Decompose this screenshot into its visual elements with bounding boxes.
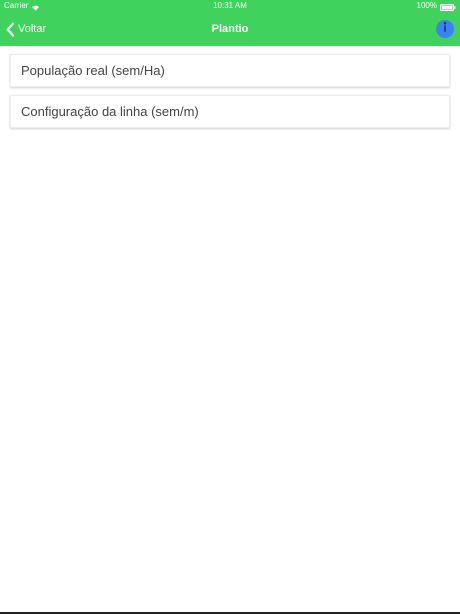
list-item-configuracao-linha[interactable]: Configuração da linha (sem/m) [10,95,450,128]
battery-percent: 100% [416,1,437,10]
page-title: Plantio [211,23,249,35]
status-time: 10:31 AM [213,1,247,10]
screen: Carrier 10:31 AM 100% Voltar Plantio Pop… [0,0,460,614]
info-icon [436,18,454,41]
status-bar: Carrier 10:31 AM 100% [0,0,460,12]
info-button[interactable] [436,20,454,38]
list-item-label: População real (sem/Ha) [21,63,165,78]
app-header: Carrier 10:31 AM 100% Voltar Plantio [0,0,460,46]
list-item-label: Configuração da linha (sem/m) [21,104,199,119]
settings-list: População real (sem/Ha) Configuração da … [10,54,450,136]
battery-icon [440,3,456,11]
status-right: 100% [417,0,456,12]
nav-bar: Voltar Plantio [0,12,460,46]
list-item-populacao-real[interactable]: População real (sem/Ha) [10,54,450,87]
